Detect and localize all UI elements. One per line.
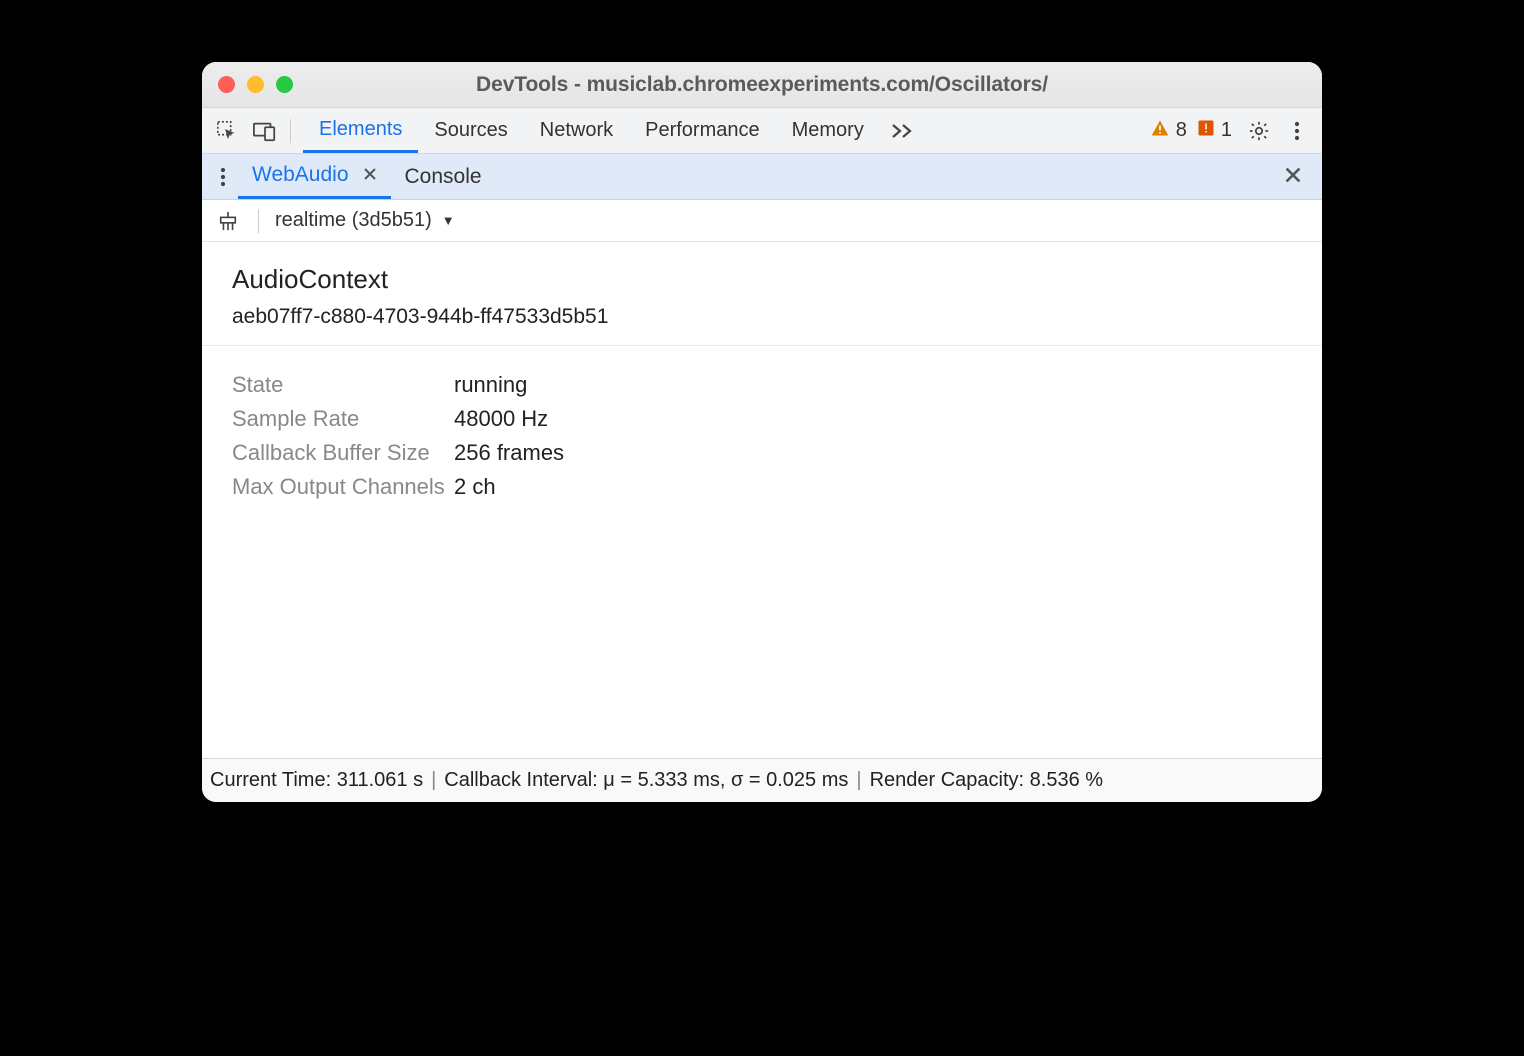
property-label: Sample Rate <box>232 402 454 436</box>
status-current-time-label: Current Time: <box>210 769 331 792</box>
warnings-count: 8 <box>1176 119 1187 142</box>
garbage-collect-icon[interactable] <box>214 202 242 240</box>
status-divider: | <box>856 769 861 792</box>
toolbar-divider <box>258 209 259 233</box>
drawer-close-icon[interactable] <box>1284 164 1316 190</box>
status-callback-interval-label: Callback Interval: <box>444 769 597 792</box>
status-divider: | <box>431 769 436 792</box>
device-toolbar-icon[interactable] <box>246 112 284 150</box>
issues-badges: 8 1 <box>1150 118 1232 144</box>
kebab-menu-icon[interactable] <box>1278 112 1316 150</box>
property-value: 2 ch <box>454 470 496 504</box>
window-titlebar: DevTools - musiclab.chromeexperiments.co… <box>202 62 1322 108</box>
close-tab-icon[interactable] <box>363 165 377 186</box>
main-tabs: Elements Sources Network Performance Mem… <box>303 108 880 153</box>
audiocontext-heading: AudioContext <box>232 264 1292 295</box>
status-current-time-value: 311.061 s <box>337 769 423 792</box>
audiocontext-header: AudioContext aeb07ff7-c880-4703-944b-ff4… <box>202 242 1322 346</box>
tab-label: Network <box>540 119 613 142</box>
warning-icon <box>1150 118 1170 144</box>
audiocontext-uuid: aeb07ff7-c880-4703-944b-ff47533d5b51 <box>232 305 1292 329</box>
chevron-down-icon: ▼ <box>442 213 455 228</box>
drawer-tab-bar: WebAudio Console <box>202 154 1322 200</box>
main-tab-bar: Elements Sources Network Performance Mem… <box>202 108 1322 154</box>
property-value: running <box>454 368 527 402</box>
more-tabs-icon[interactable] <box>880 121 926 141</box>
window-title: DevTools - musiclab.chromeexperiments.co… <box>218 73 1306 97</box>
settings-icon[interactable] <box>1240 112 1278 150</box>
context-toolbar: realtime (3d5b51) ▼ <box>202 200 1322 242</box>
toolbar-divider <box>290 119 291 143</box>
status-render-capacity-label: Render Capacity: <box>870 769 1025 792</box>
error-icon <box>1197 119 1215 143</box>
tab-label: Memory <box>792 119 864 142</box>
property-row: State running <box>232 368 1292 402</box>
tab-performance[interactable]: Performance <box>629 108 776 153</box>
errors-count: 1 <box>1221 119 1232 142</box>
tab-label: Sources <box>434 119 507 142</box>
inspect-element-icon[interactable] <box>208 112 246 150</box>
webaudio-panel-content: AudioContext aeb07ff7-c880-4703-944b-ff4… <box>202 242 1322 758</box>
status-callback-interval-value: μ = 5.333 ms, σ = 0.025 ms <box>603 769 848 792</box>
drawer-tab-label: WebAudio <box>252 163 349 187</box>
drawer-tab-console[interactable]: Console <box>391 154 496 199</box>
drawer-kebab-icon[interactable] <box>208 158 238 196</box>
context-selector-value: realtime (3d5b51) <box>275 209 432 232</box>
audiocontext-properties: State running Sample Rate 48000 Hz Callb… <box>202 346 1322 526</box>
tab-label: Performance <box>645 119 760 142</box>
property-row: Sample Rate 48000 Hz <box>232 402 1292 436</box>
tab-elements[interactable]: Elements <box>303 108 418 153</box>
property-value: 256 frames <box>454 436 564 470</box>
tab-memory[interactable]: Memory <box>776 108 880 153</box>
property-row: Max Output Channels 2 ch <box>232 470 1292 504</box>
warnings-badge[interactable]: 8 <box>1150 118 1187 144</box>
close-window-button[interactable] <box>218 76 235 93</box>
zoom-window-button[interactable] <box>276 76 293 93</box>
status-render-capacity-value: 8.536 % <box>1030 769 1103 792</box>
context-selector[interactable]: realtime (3d5b51) ▼ <box>275 209 455 232</box>
tab-sources[interactable]: Sources <box>418 108 523 153</box>
drawer-tab-webaudio[interactable]: WebAudio <box>238 154 391 199</box>
drawer-tab-label: Console <box>405 165 482 189</box>
property-row: Callback Buffer Size 256 frames <box>232 436 1292 470</box>
status-bar: Current Time: 311.061 s | Callback Inter… <box>202 758 1322 802</box>
property-label: State <box>232 368 454 402</box>
traffic-lights <box>218 76 293 93</box>
tab-label: Elements <box>319 118 402 141</box>
errors-badge[interactable]: 1 <box>1197 119 1232 143</box>
property-label: Max Output Channels <box>232 470 454 504</box>
tab-network[interactable]: Network <box>524 108 629 153</box>
property-value: 48000 Hz <box>454 402 548 436</box>
devtools-window: DevTools - musiclab.chromeexperiments.co… <box>202 62 1322 802</box>
property-label: Callback Buffer Size <box>232 436 454 470</box>
minimize-window-button[interactable] <box>247 76 264 93</box>
